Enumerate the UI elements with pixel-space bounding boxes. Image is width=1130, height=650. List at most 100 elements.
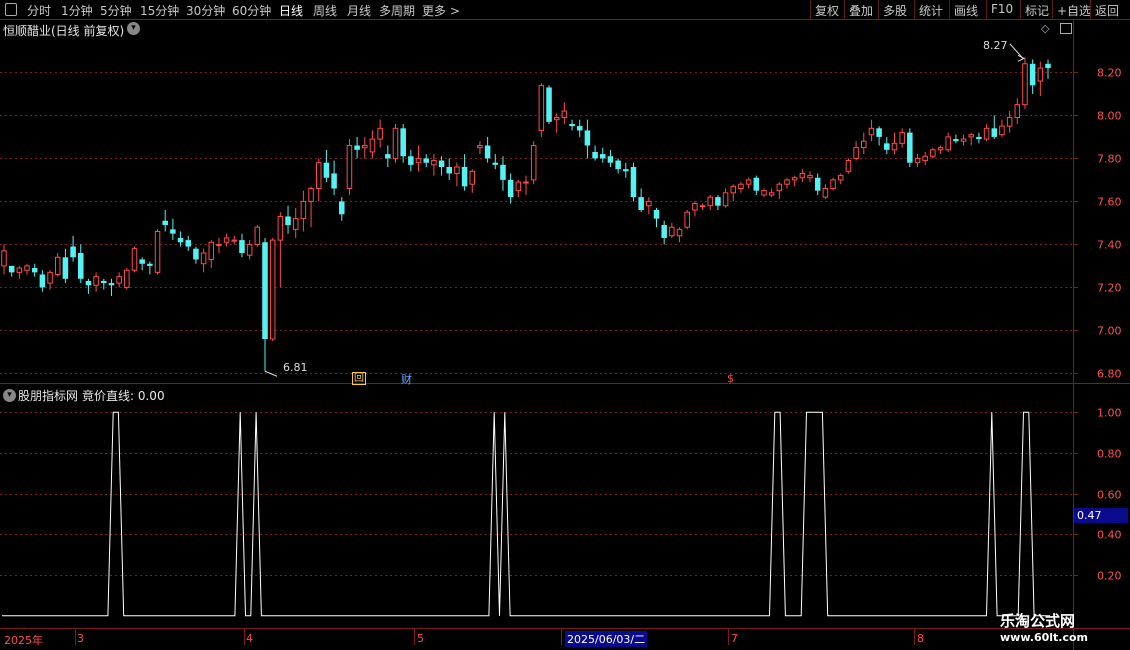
candle-body-up — [131, 248, 138, 271]
candle-body-down — [8, 265, 15, 273]
candle-body-up — [154, 231, 161, 273]
candle-body-down — [576, 126, 583, 131]
candle-body-up — [93, 276, 99, 286]
candle-body-up — [561, 110, 568, 119]
candle-body-down — [78, 253, 84, 279]
candle-body-down — [108, 283, 115, 286]
candle-body-up — [24, 265, 30, 271]
diamond-icon[interactable]: ◇ — [1041, 22, 1049, 35]
price-high-label: 8.27 — [983, 39, 1008, 52]
finance-marker[interactable]: 财 — [401, 371, 412, 387]
candle-body-up — [269, 239, 276, 340]
candle-body-down — [1029, 63, 1036, 86]
dividend-marker[interactable]: $ — [727, 372, 734, 385]
candle-body-up — [200, 252, 207, 265]
candle-body-down — [600, 154, 606, 159]
candle-body-up — [891, 142, 898, 151]
review-marker[interactable]: 回 — [352, 372, 366, 385]
indicator-tick-label: 0.40 — [1097, 529, 1122, 542]
candle-body-up — [300, 200, 307, 220]
candle-body-up — [707, 196, 713, 207]
candle-body-up — [254, 226, 261, 245]
price-low-label: 6.81 — [283, 361, 308, 374]
candle-body-up — [377, 127, 383, 140]
candle-body-up — [216, 243, 222, 246]
candle-body-down — [446, 167, 452, 174]
candle-body-down — [630, 167, 637, 198]
candle-body-up — [822, 188, 829, 198]
panel-toggle-icon[interactable] — [1060, 23, 1072, 34]
candle-body-down — [262, 242, 268, 339]
price-tick-label: 7.60 — [1097, 196, 1122, 209]
candle-body-up — [415, 157, 422, 164]
high-arrow — [1009, 43, 1024, 59]
candle-body-down — [592, 151, 598, 159]
candle-body-down — [907, 132, 913, 163]
candle-body-down — [147, 263, 153, 266]
candle-body-down — [953, 139, 959, 142]
candle-body-up — [930, 149, 936, 157]
candle-body-up — [730, 185, 737, 194]
candle-body-down — [339, 201, 345, 215]
candle-body-down — [185, 240, 191, 247]
candle-body-down — [331, 173, 337, 189]
candle-body-up — [745, 179, 752, 185]
candle-body-down — [814, 177, 821, 191]
candle-body-up — [1014, 104, 1021, 119]
candle-body-up — [477, 145, 483, 149]
candle-body-down — [408, 156, 414, 165]
price-tick-label: 7.20 — [1097, 282, 1122, 295]
candle-body-up — [899, 132, 905, 144]
candle-body-up — [791, 177, 798, 181]
candle-body-up — [292, 218, 299, 230]
candle-body-up — [469, 170, 476, 185]
candle-body-down — [193, 248, 199, 260]
price-tick-label: 8.20 — [1097, 67, 1122, 80]
candle-body-up — [669, 226, 675, 237]
candle-body-up — [553, 117, 560, 121]
candle-body-up — [784, 179, 790, 185]
candle-body-up — [684, 211, 690, 228]
candle-body-down — [884, 143, 890, 150]
indicator-dropdown-icon[interactable]: ▾ — [3, 389, 16, 402]
indicator-tick-label: 0.80 — [1097, 448, 1122, 461]
candle-body-down — [70, 246, 76, 258]
candle-body-down — [323, 162, 330, 178]
price-tick-label: 8.00 — [1097, 110, 1122, 123]
candle-body-up — [362, 145, 368, 149]
candle-body-down — [991, 128, 998, 137]
title-dropdown-icon[interactable]: ▾ — [127, 22, 140, 35]
candle-body-up — [937, 147, 944, 151]
candle-body-down — [85, 280, 92, 286]
candle-body-up — [692, 203, 698, 211]
candle-body-down — [170, 229, 176, 234]
candle-body-down — [507, 179, 514, 198]
candle-body-up — [315, 162, 322, 189]
candle-body-down — [615, 160, 621, 170]
watermark-url: www.60lt.com — [1000, 631, 1089, 644]
x-label-year: 2025年 — [4, 634, 43, 647]
main-chart-title: 恒顺醋业(日线 前复权) — [3, 24, 125, 38]
candle-body-down — [876, 128, 882, 137]
candle-body-down — [438, 160, 445, 167]
candle-body-down — [715, 197, 721, 206]
x-label-apr: 4 — [246, 632, 253, 645]
candle-body-up — [960, 138, 967, 142]
watermark-title: 乐淘公式网 — [1000, 612, 1076, 630]
candle-body-down — [239, 240, 245, 253]
candle-body-up — [676, 228, 683, 237]
candle-body-down — [653, 210, 660, 219]
candle-body-up — [646, 200, 652, 207]
candle-body-down — [1045, 63, 1051, 69]
candle-body-up — [768, 192, 775, 196]
candle-body-up — [369, 138, 376, 153]
candle-body-up — [16, 267, 23, 273]
candle-body-down — [423, 158, 429, 163]
candle-body-up — [837, 175, 844, 181]
candle-body-down — [162, 220, 168, 226]
indicator-tick-label: 0.20 — [1097, 570, 1122, 583]
candle-body-up — [999, 125, 1005, 136]
candle-body-up — [246, 243, 253, 256]
x-label-mar: 3 — [77, 632, 84, 645]
candle-body-down — [492, 162, 499, 165]
